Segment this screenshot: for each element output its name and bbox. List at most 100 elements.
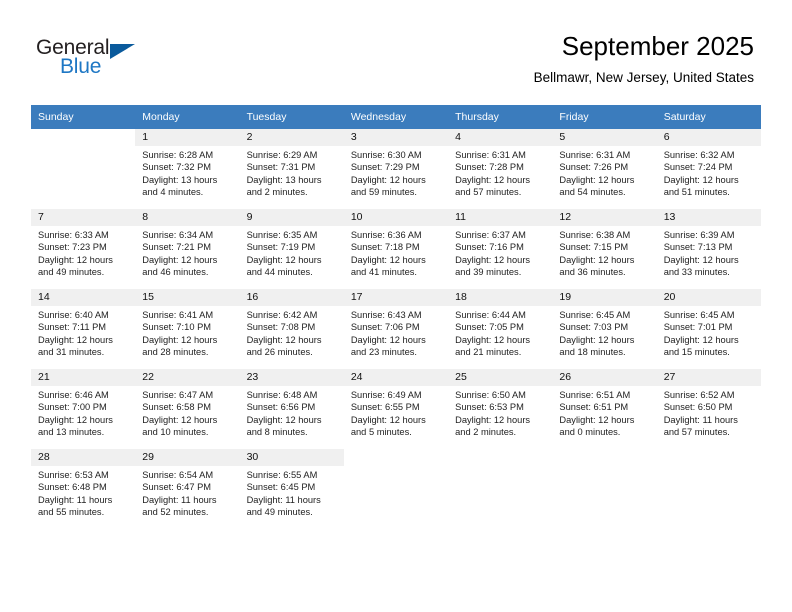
- calendar-day-cell[interactable]: 12 Sunrise: 6:38 AM Sunset: 7:15 PM Dayligh…: [552, 208, 657, 289]
- page-header: General Blue September 2025 Bellmawr, Ne…: [0, 0, 792, 100]
- daylight-text-line1: Daylight: 12 hours: [455, 254, 531, 265]
- day-number: 11: [448, 209, 553, 226]
- calendar-day-cell[interactable]: 24 Sunrise: 6:49 AM Sunset: 6:55 PM Dayligh…: [343, 368, 449, 449]
- sunset-text: Sunset: 7:23 PM: [38, 242, 107, 253]
- sunrise-text: Sunrise: 6:45 AM: [663, 310, 735, 320]
- calendar-week-row: 28 Sunrise: 6:53 AM Sunset: 6:48 PM Dayligh…: [31, 448, 761, 529]
- day-details: Sunrise: 6:37 AM Sunset: 7:16 PM Daylight:…: [448, 226, 552, 278]
- calendar-day-cell[interactable]: 27 Sunrise: 6:52 AM Sunset: 6:50 PM Dayligh…: [656, 368, 761, 449]
- day-details: Sunrise: 6:34 AM Sunset: 7:21 PM Daylight:…: [135, 226, 239, 278]
- weekday-header-saturday: Saturday: [656, 105, 761, 129]
- general-blue-logo[interactable]: General Blue: [36, 36, 156, 84]
- calendar-day-cell[interactable]: 6 Sunrise: 6:32 AM Sunset: 7:24 PM Daylight…: [656, 129, 761, 209]
- sunset-text: Sunset: 7:28 PM: [455, 162, 524, 173]
- weekday-header-monday: Monday: [135, 105, 240, 129]
- day-number: 8: [135, 209, 240, 226]
- day-cell-inner: 26 Sunrise: 6:51 AM Sunset: 6:51 PM Dayligh…: [552, 369, 657, 448]
- day-number: 2: [239, 129, 344, 146]
- calendar-day-cell[interactable]: 2 Sunrise: 6:29 AM Sunset: 7:31 PM Daylight…: [239, 129, 344, 209]
- sunset-text: Sunset: 6:50 PM: [663, 402, 733, 413]
- daylight-text-line2: and 36 minutes.: [559, 266, 626, 277]
- day-number: [657, 449, 761, 466]
- day-cell-inner: 8 Sunrise: 6:34 AM Sunset: 7:21 PM Daylight…: [135, 209, 240, 288]
- calendar-day-cell[interactable]: 1 Sunrise: 6:28 AM Sunset: 7:32 PM Daylight…: [135, 129, 240, 209]
- calendar-day-cell[interactable]: 18 Sunrise: 6:44 AM Sunset: 7:05 PM Dayligh…: [448, 288, 553, 369]
- calendar-day-cell[interactable]: 9 Sunrise: 6:35 AM Sunset: 7:19 PM Daylight…: [239, 208, 344, 289]
- sunset-text: Sunset: 6:47 PM: [142, 482, 212, 493]
- sunset-text: Sunset: 7:31 PM: [246, 162, 316, 173]
- daylight-text-line1: Daylight: 12 hours: [142, 334, 218, 345]
- calendar-day-cell[interactable]: 3 Sunrise: 6:30 AM Sunset: 7:29 PM Daylight…: [343, 129, 449, 209]
- calendar-day-cell[interactable]: 13 Sunrise: 6:39 AM Sunset: 7:13 PM Dayligh…: [656, 208, 761, 289]
- sunset-text: Sunset: 6:56 PM: [246, 402, 316, 413]
- day-cell-inner: 21 Sunrise: 6:46 AM Sunset: 7:00 PM Dayligh…: [31, 369, 136, 448]
- calendar-week-row: 1 Sunrise: 6:28 AM Sunset: 7:32 PM Daylight…: [31, 129, 761, 209]
- daylight-text-line2: and 2 minutes.: [455, 426, 517, 437]
- daylight-text-line2: and 55 minutes.: [38, 506, 105, 517]
- calendar-day-cell[interactable]: 30 Sunrise: 6:55 AM Sunset: 6:45 PM Dayligh…: [239, 448, 344, 529]
- day-number: 7: [31, 209, 136, 226]
- weekday-header-sunday: Sunday: [31, 105, 136, 129]
- daylight-text-line2: and 21 minutes.: [455, 346, 522, 357]
- sunrise-text: Sunrise: 6:31 AM: [559, 150, 631, 160]
- sunset-text: Sunset: 6:48 PM: [38, 482, 107, 493]
- sunrise-text: Sunrise: 6:36 AM: [350, 230, 422, 240]
- day-details: Sunrise: 6:29 AM Sunset: 7:31 PM Daylight:…: [240, 146, 344, 198]
- calendar-week-row: 14 Sunrise: 6:40 AM Sunset: 7:11 PM Dayligh…: [31, 288, 761, 369]
- day-details: Sunrise: 6:48 AM Sunset: 6:56 PM Daylight:…: [240, 386, 344, 438]
- calendar-day-cell[interactable]: 22 Sunrise: 6:47 AM Sunset: 6:58 PM Dayligh…: [135, 368, 240, 449]
- sunrise-text: Sunrise: 6:45 AM: [559, 310, 631, 320]
- calendar-day-cell[interactable]: 19 Sunrise: 6:45 AM Sunset: 7:03 PM Dayligh…: [552, 288, 657, 369]
- weekday-header-tuesday: Tuesday: [239, 105, 344, 129]
- calendar-day-cell[interactable]: 17 Sunrise: 6:43 AM Sunset: 7:06 PM Dayligh…: [343, 288, 449, 369]
- day-number: 18: [448, 289, 553, 306]
- calendar-day-cell[interactable]: 11 Sunrise: 6:37 AM Sunset: 7:16 PM Dayligh…: [448, 208, 553, 289]
- daylight-text-line1: Daylight: 12 hours: [246, 334, 322, 345]
- sunrise-text: Sunrise: 6:39 AM: [663, 230, 735, 240]
- calendar-day-cell[interactable]: 4 Sunrise: 6:31 AM Sunset: 7:28 PM Daylight…: [448, 129, 553, 209]
- day-number: 24: [343, 369, 449, 386]
- calendar-day-cell[interactable]: 7 Sunrise: 6:33 AM Sunset: 7:23 PM Daylight…: [31, 208, 136, 289]
- daylight-text-line1: Daylight: 12 hours: [455, 334, 531, 345]
- calendar-day-cell[interactable]: 25 Sunrise: 6:50 AM Sunset: 6:53 PM Dayligh…: [448, 368, 553, 449]
- day-cell-inner: 6 Sunrise: 6:32 AM Sunset: 7:24 PM Daylight…: [656, 129, 761, 208]
- calendar-day-cell[interactable]: 29 Sunrise: 6:54 AM Sunset: 6:47 PM Dayligh…: [135, 448, 240, 529]
- day-cell-inner: 27 Sunrise: 6:52 AM Sunset: 6:50 PM Dayligh…: [656, 369, 761, 448]
- title-block: September 2025 Bellmawr, New Jersey, Uni…: [534, 30, 754, 88]
- sunset-text: Sunset: 6:58 PM: [142, 402, 212, 413]
- calendar-day-cell[interactable]: 21 Sunrise: 6:46 AM Sunset: 7:00 PM Dayligh…: [31, 368, 136, 449]
- daylight-text-line2: and 52 minutes.: [142, 506, 209, 517]
- day-details: Sunrise: 6:50 AM Sunset: 6:53 PM Daylight:…: [448, 386, 552, 438]
- sunrise-text: Sunrise: 6:31 AM: [455, 150, 526, 160]
- day-details: Sunrise: 6:32 AM Sunset: 7:24 PM Daylight:…: [657, 146, 761, 198]
- day-number: 1: [135, 129, 240, 146]
- daylight-text-line2: and 33 minutes.: [663, 266, 730, 277]
- calendar-day-cell[interactable]: 20 Sunrise: 6:45 AM Sunset: 7:01 PM Dayligh…: [656, 288, 761, 369]
- calendar-day-cell[interactable]: 23 Sunrise: 6:48 AM Sunset: 6:56 PM Dayligh…: [239, 368, 344, 449]
- daylight-text-line1: Daylight: 11 hours: [142, 494, 217, 505]
- day-details: Sunrise: 6:54 AM Sunset: 6:47 PM Daylight:…: [135, 466, 239, 518]
- calendar-day-cell[interactable]: 5 Sunrise: 6:31 AM Sunset: 7:26 PM Daylight…: [552, 129, 657, 209]
- sunset-text: Sunset: 6:53 PM: [455, 402, 524, 413]
- day-number: 12: [552, 209, 657, 226]
- calendar-week-row: 21 Sunrise: 6:46 AM Sunset: 7:00 PM Dayligh…: [31, 368, 761, 449]
- sunset-text: Sunset: 7:24 PM: [663, 162, 733, 173]
- calendar-day-cell[interactable]: 8 Sunrise: 6:34 AM Sunset: 7:21 PM Daylight…: [135, 208, 240, 289]
- calendar-page: General Blue September 2025 Bellmawr, Ne…: [0, 0, 792, 612]
- day-number: 13: [656, 209, 761, 226]
- day-number: 5: [552, 129, 657, 146]
- calendar-day-cell[interactable]: 28 Sunrise: 6:53 AM Sunset: 6:48 PM Dayligh…: [31, 448, 136, 529]
- daylight-text-line2: and 0 minutes.: [559, 426, 621, 437]
- calendar-day-cell[interactable]: 14 Sunrise: 6:40 AM Sunset: 7:11 PM Dayligh…: [31, 288, 136, 369]
- day-details: Sunrise: 6:38 AM Sunset: 7:15 PM Daylight:…: [552, 226, 656, 278]
- calendar-day-cell[interactable]: 16 Sunrise: 6:42 AM Sunset: 7:08 PM Dayligh…: [239, 288, 344, 369]
- calendar-day-cell[interactable]: 26 Sunrise: 6:51 AM Sunset: 6:51 PM Dayligh…: [552, 368, 657, 449]
- calendar-day-cell[interactable]: 15 Sunrise: 6:41 AM Sunset: 7:10 PM Dayligh…: [135, 288, 240, 369]
- sunrise-text: Sunrise: 6:40 AM: [38, 310, 109, 320]
- daylight-text-line1: Daylight: 12 hours: [142, 414, 218, 425]
- daylight-text-line1: Daylight: 11 hours: [663, 414, 738, 425]
- day-cell-inner: [657, 449, 761, 528]
- calendar-day-cell[interactable]: 10 Sunrise: 6:36 AM Sunset: 7:18 PM Dayligh…: [343, 208, 449, 289]
- sunrise-text: Sunrise: 6:34 AM: [142, 230, 214, 240]
- daylight-text-line1: Daylight: 12 hours: [559, 254, 635, 265]
